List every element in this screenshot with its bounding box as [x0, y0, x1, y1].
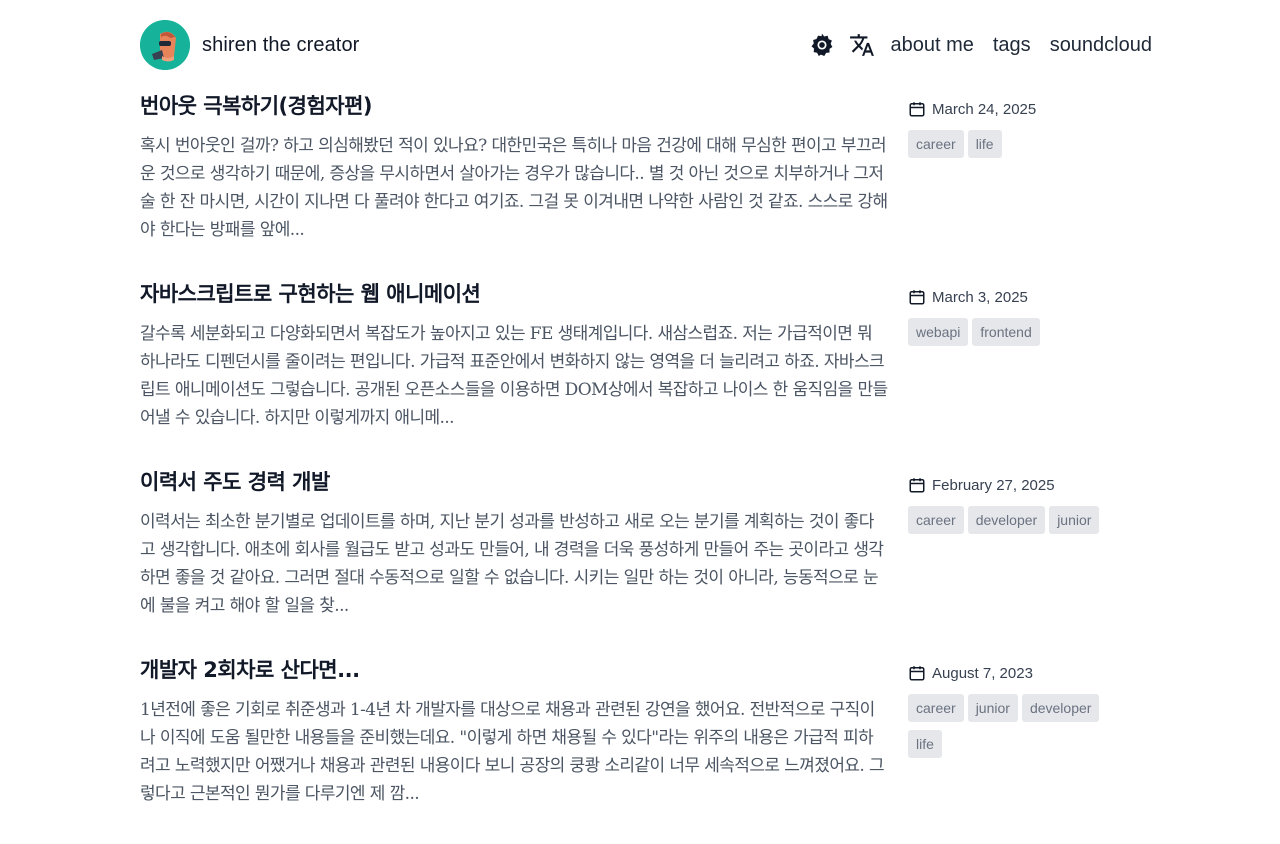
nav-tags[interactable]: tags [993, 34, 1031, 57]
nav-about-me[interactable]: about me [890, 34, 973, 57]
post-excerpt: 1년전에 좋은 기회로 취준생과 1-4년 차 개발자를 대상으로 채용과 관련… [140, 700, 885, 804]
tag-developer[interactable]: developer [1021, 694, 1100, 722]
post-main: 개발자 2회차로 산다면... 1년전에 좋은 기회로 취준생과 1-4년 차 … [140, 656, 888, 808]
post-meta: March 3, 2025 webapi frontend [908, 288, 1152, 346]
tag-frontend[interactable]: frontend [972, 318, 1040, 346]
post-date: March 24, 2025 [908, 100, 1152, 118]
post-meta: August 7, 2023 career junior developer l… [908, 664, 1152, 758]
post-date: February 27, 2025 [908, 476, 1152, 494]
tag-career[interactable]: career [908, 506, 964, 534]
site-header: shiren the creator about me tags soundcl… [140, 20, 1152, 70]
post-title-link[interactable]: 개발자 2회차로 산다면... [140, 656, 888, 684]
post-item: 이력서 주도 경력 개발 이력서는 최소한 분기별로 업데이트를 하며, 지난 … [140, 468, 1152, 656]
calendar-icon [909, 478, 925, 493]
avatar [140, 20, 190, 70]
tag-life[interactable]: life [908, 730, 942, 758]
post-meta: February 27, 2025 career developer junio… [908, 476, 1152, 534]
tag-junior[interactable]: junior [1049, 506, 1100, 534]
gear-icon [811, 33, 833, 56]
site-name: shiren the creator [202, 33, 360, 56]
post-main: 자바스크립트로 구현하는 웹 애니메이션 갈수록 세분화되고 다양화되면서 복잡… [140, 280, 888, 432]
post-date-text: March 24, 2025 [932, 100, 1037, 118]
post-main: 이력서 주도 경력 개발 이력서는 최소한 분기별로 업데이트를 하며, 지난 … [140, 468, 888, 620]
calendar-icon [909, 666, 925, 681]
tag-career[interactable]: career [908, 130, 964, 158]
post-item: 개발자 2회차로 산다면... 1년전에 좋은 기회로 취준생과 1-4년 차 … [140, 656, 1152, 844]
language-toggle-button[interactable] [848, 31, 876, 59]
post-item: 번아웃 극복하기(경험자편) 혹시 번아웃인 걸까? 하고 의심해봤던 적이 있… [140, 92, 1152, 280]
post-date: August 7, 2023 [908, 664, 1152, 682]
main-nav: about me tags soundcloud [808, 31, 1152, 59]
post-tags: career developer junior [908, 506, 1108, 534]
translate-icon [850, 34, 875, 56]
post-tags: career life [908, 130, 1108, 158]
post-title-link[interactable]: 이력서 주도 경력 개발 [140, 468, 888, 496]
post-date-text: August 7, 2023 [932, 664, 1033, 682]
post-title-link[interactable]: 번아웃 극복하기(경험자편) [140, 92, 888, 120]
tag-career[interactable]: career [908, 694, 964, 722]
tag-developer[interactable]: developer [967, 506, 1046, 534]
post-meta: March 24, 2025 career life [908, 100, 1152, 158]
post-excerpt: 이력서는 최소한 분기별로 업데이트를 하며, 지난 분기 성과를 반성하고 새… [140, 512, 884, 616]
post-list: 번아웃 극복하기(경험자편) 혹시 번아웃인 걸까? 하고 의심해봤던 적이 있… [140, 92, 1152, 844]
post-tags: career junior developer life [908, 694, 1108, 758]
post-date-text: February 27, 2025 [932, 476, 1055, 494]
calendar-icon [909, 102, 925, 117]
post-date: March 3, 2025 [908, 288, 1152, 306]
post-item: 자바스크립트로 구현하는 웹 애니메이션 갈수록 세분화되고 다양화되면서 복잡… [140, 280, 1152, 468]
post-title-link[interactable]: 자바스크립트로 구현하는 웹 애니메이션 [140, 280, 888, 308]
post-excerpt: 혹시 번아웃인 걸까? 하고 의심해봤던 적이 있나요? 대한민국은 특히나 마… [140, 136, 888, 240]
tag-webapi[interactable]: webapi [908, 318, 969, 346]
home-link[interactable]: shiren the creator [140, 20, 359, 70]
post-date-text: March 3, 2025 [932, 288, 1028, 306]
tag-life[interactable]: life [967, 130, 1002, 158]
post-tags: webapi frontend [908, 318, 1108, 346]
calendar-icon [909, 290, 925, 305]
post-main: 번아웃 극복하기(경험자편) 혹시 번아웃인 걸까? 하고 의심해봤던 적이 있… [140, 92, 888, 244]
tag-junior[interactable]: junior [967, 694, 1018, 722]
nav-soundcloud[interactable]: soundcloud [1050, 34, 1152, 57]
theme-toggle-button[interactable] [808, 31, 836, 59]
post-excerpt: 갈수록 세분화되고 다양화되면서 복잡도가 높아지고 있는 FE 생태계입니다.… [140, 324, 888, 428]
